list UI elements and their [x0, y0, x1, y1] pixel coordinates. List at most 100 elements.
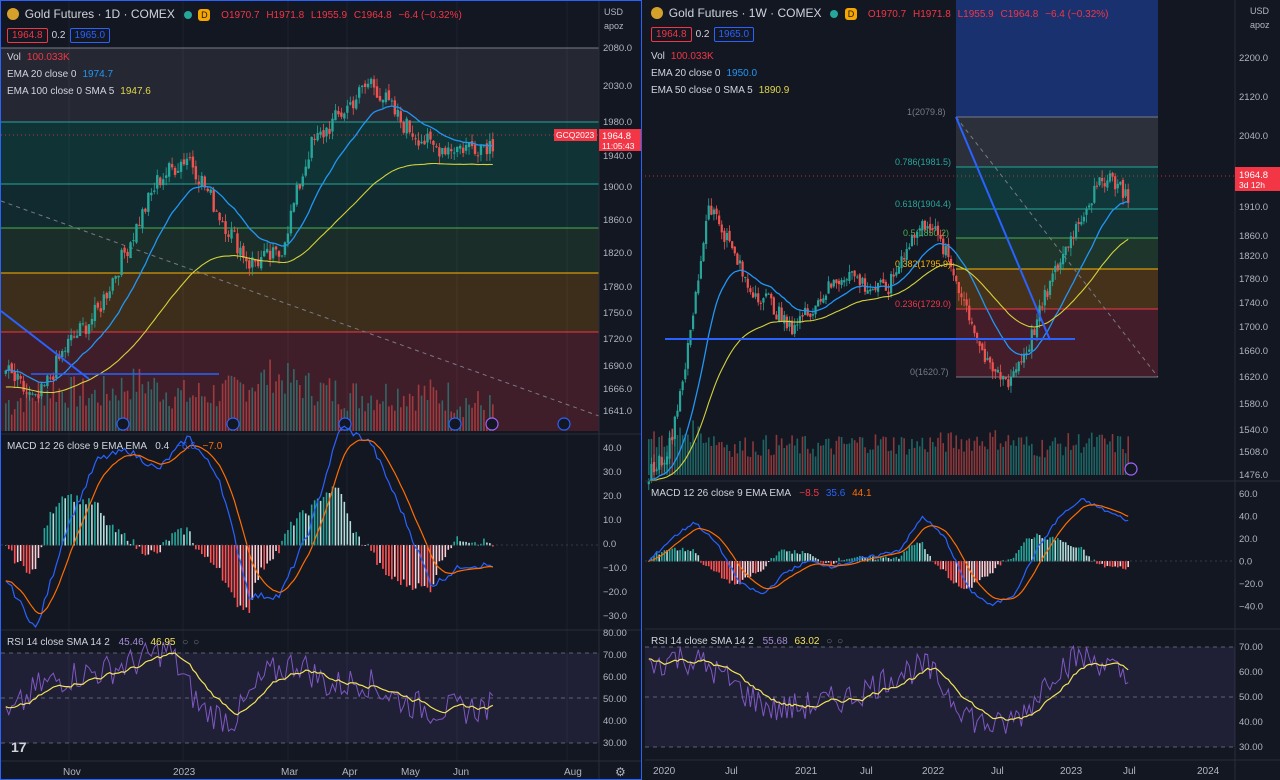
- volume-bar: [162, 399, 164, 431]
- candle-body: [455, 146, 459, 153]
- volume-bar: [429, 379, 432, 431]
- macd-histogram-bar: [189, 531, 191, 546]
- volume-bar: [952, 447, 955, 475]
- macd-histogram-bar: [1077, 547, 1080, 562]
- fib-level-label: 0.382(1795.9): [895, 259, 951, 269]
- volume-bar: [414, 410, 417, 431]
- symbol-title[interactable]: Gold Futures · 1D · COMEX: [25, 7, 175, 21]
- ema-slow-label: EMA 100 close 0 SMA 5: [7, 86, 115, 97]
- volume-bar: [892, 437, 895, 475]
- tradingview-logo[interactable]: 17: [11, 739, 27, 755]
- ema100-legend[interactable]: EMA 100 close 0 SMA 5 1947.6: [7, 86, 151, 97]
- volume-bar: [853, 440, 856, 475]
- symbol-legend: Gold Futures · 1D · COMEX D O1970.7 H197…: [7, 7, 462, 21]
- macd-histogram-bar: [159, 545, 162, 553]
- volume-bar: [905, 454, 908, 475]
- settings-circle-icon-2[interactable]: ○: [193, 637, 199, 648]
- delayed-data-icon[interactable]: D: [198, 9, 211, 21]
- candle-body: [806, 308, 809, 316]
- price-tick-label: 1860.0: [603, 215, 632, 226]
- candle-body: [69, 334, 73, 341]
- candle-body: [375, 86, 379, 98]
- currency-label[interactable]: USD: [1250, 6, 1269, 16]
- symbol-title[interactable]: Gold Futures · 1W · COMEX: [669, 6, 822, 20]
- volume-bar: [864, 447, 866, 475]
- volume-bar: [848, 443, 851, 475]
- candle-body: [720, 224, 723, 233]
- candle-body: [1064, 246, 1067, 256]
- sell-button[interactable]: 1964.8: [7, 28, 48, 43]
- macd-legend[interactable]: MACD 12 26 close 9 EMA EMA 0.4 −6.6 −7.0: [7, 441, 222, 452]
- volume-bar: [183, 379, 185, 431]
- settings-circle-icon-2[interactable]: ○: [837, 636, 843, 647]
- unit-label[interactable]: apoz: [604, 21, 624, 31]
- macd-histogram-bar: [762, 561, 765, 570]
- chart-pane-daily[interactable]: 2080.0 2030.0 1980.0 1940.0 1900.0 1860.0 1820…: [0, 0, 642, 780]
- volume-bar: [10, 414, 13, 431]
- sell-button[interactable]: 1964.8: [651, 27, 692, 42]
- candle-body: [268, 250, 272, 260]
- volume-bar: [76, 406, 78, 431]
- volume-bar: [976, 436, 978, 475]
- volume-bar: [908, 449, 911, 475]
- chart-pane-weekly[interactable]: 1(2079.8) 0.786(1981.5) 0.618(1904.4) 0.5(1…: [645, 0, 1280, 780]
- price-tick-label: 1720.0: [603, 334, 632, 345]
- macd-histogram-bar: [806, 553, 809, 562]
- buy-button[interactable]: 1965.0: [713, 27, 755, 42]
- volume-bar: [376, 399, 378, 431]
- buy-button[interactable]: 1965.0: [69, 28, 111, 43]
- weekly-chart-canvas[interactable]: 1(2079.8)0.786(1981.5)0.618(1904.4)0.5(1…: [645, 0, 1280, 780]
- candle-body: [179, 161, 183, 172]
- daily-chart-canvas[interactable]: 2080.0 2030.0 1980.0 1940.0 1900.0 1860.0 1820…: [1, 1, 641, 779]
- candle-body: [999, 372, 1002, 380]
- volume-bar: [918, 446, 921, 475]
- volume-legend[interactable]: Vol 100.033K: [7, 52, 70, 63]
- volume-bar: [239, 382, 242, 431]
- ema50-legend[interactable]: EMA 50 close 0 SMA 5 1890.9: [651, 85, 789, 96]
- candle-body: [777, 306, 781, 321]
- rsi-sma-value: 46.95: [150, 637, 176, 648]
- volume-bar: [877, 445, 879, 475]
- macd-legend[interactable]: MACD 12 26 close 9 EMA EMA −8.5 35.6 44.…: [651, 488, 872, 499]
- delayed-data-icon[interactable]: D: [845, 8, 858, 20]
- volume-bar: [793, 445, 796, 475]
- ema20-legend[interactable]: EMA 20 close 0 1950.0: [651, 68, 757, 79]
- candle-body: [678, 391, 682, 412]
- volume-bar: [1070, 449, 1072, 475]
- rsi-legend[interactable]: RSI 14 close SMA 14 2 55.68 63.02 ○ ○: [651, 636, 843, 647]
- settings-circle-icon[interactable]: ○: [826, 636, 832, 647]
- macd-histogram-bar: [218, 545, 221, 568]
- volume-legend[interactable]: Vol 100.033K: [651, 51, 714, 62]
- gear-icon[interactable]: ⚙: [615, 765, 626, 779]
- macd-histogram-bar: [144, 545, 147, 556]
- macd-histogram-bar: [671, 548, 674, 562]
- candle-body: [1009, 377, 1013, 386]
- volume-bar: [1004, 441, 1007, 475]
- volume-bar: [195, 397, 197, 431]
- volume-bar: [814, 456, 817, 475]
- unit-label[interactable]: apoz: [1250, 20, 1270, 30]
- currency-label[interactable]: USD: [604, 7, 623, 17]
- candle-body: [1127, 189, 1130, 203]
- candle-body: [363, 83, 367, 87]
- macd-histogram-bar: [230, 545, 233, 593]
- candle-body: [197, 181, 201, 185]
- macd-histogram-bar: [903, 551, 905, 562]
- candle-body: [767, 293, 770, 295]
- volume-bar: [817, 442, 819, 475]
- volume-bar: [471, 407, 473, 431]
- macd-histogram-bar: [304, 513, 307, 546]
- ema20-legend[interactable]: EMA 20 close 0 1974.7: [7, 69, 113, 80]
- candle-body: [405, 118, 408, 134]
- rsi-legend[interactable]: RSI 14 close SMA 14 2 45.46 46.95 ○ ○: [7, 637, 199, 648]
- volume-bar: [135, 391, 138, 431]
- settings-circle-icon[interactable]: ○: [182, 637, 188, 648]
- candle-body: [973, 325, 976, 334]
- volume-bar: [82, 378, 84, 431]
- candle-body: [105, 292, 108, 299]
- volume-bar: [913, 447, 916, 475]
- volume-bar: [840, 437, 843, 475]
- macd-histogram-bar: [405, 545, 408, 587]
- volume-bar: [752, 441, 754, 475]
- volume-bar: [79, 395, 81, 431]
